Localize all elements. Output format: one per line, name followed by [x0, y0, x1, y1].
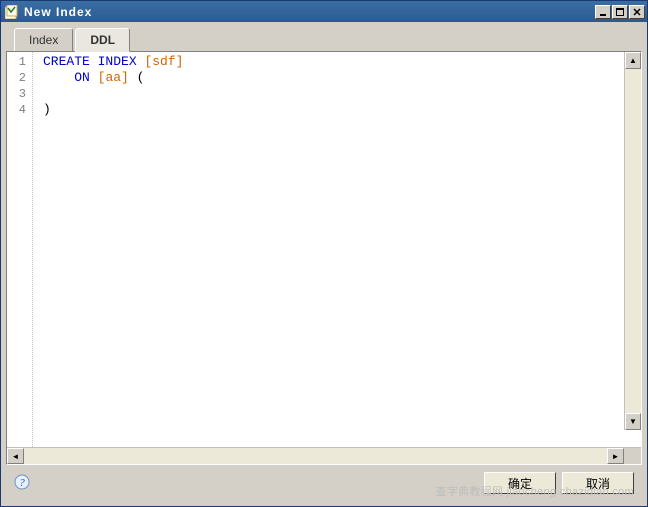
line-number: 2	[7, 70, 32, 86]
editor-body: 1 2 3 4 CREATE INDEX [sdf] ON [aa] ( ) ▲…	[7, 52, 641, 447]
editor-frame: 1 2 3 4 CREATE INDEX [sdf] ON [aa] ( ) ▲…	[6, 51, 642, 465]
tab-ddl[interactable]: DDL	[75, 28, 130, 52]
sql-text: )	[43, 102, 51, 117]
line-gutter: 1 2 3 4	[7, 52, 33, 447]
close-button[interactable]	[629, 5, 645, 19]
line-number: 3	[7, 86, 32, 102]
app-icon	[4, 4, 20, 20]
horizontal-scrollbar[interactable]: ◄ ►	[7, 447, 641, 464]
scroll-up-arrow[interactable]: ▲	[625, 52, 641, 69]
minimize-button[interactable]	[595, 5, 611, 19]
sql-keyword: CREATE	[43, 54, 90, 69]
window-title: New Index	[24, 5, 595, 19]
scroll-track[interactable]	[24, 448, 607, 464]
vertical-scrollbar[interactable]: ▲ ▼	[624, 52, 641, 430]
sql-identifier: [sdf]	[144, 54, 183, 69]
window-controls	[595, 5, 645, 19]
maximize-button[interactable]	[612, 5, 628, 19]
tab-index[interactable]: Index	[14, 28, 73, 51]
sql-keyword: INDEX	[98, 54, 137, 69]
scroll-corner	[624, 448, 641, 464]
cancel-button[interactable]: 取消	[562, 472, 634, 494]
sql-identifier: [aa]	[98, 70, 129, 85]
ok-button[interactable]: 确定	[484, 472, 556, 494]
dialog-window: New Index Index DDL 1 2 3 4	[0, 0, 648, 507]
title-bar[interactable]: New Index	[1, 1, 647, 22]
tab-bar: Index DDL	[6, 27, 642, 51]
line-number: 4	[7, 102, 32, 118]
sql-keyword: ON	[74, 70, 90, 85]
dialog-footer: ? 确定 取消	[6, 465, 642, 501]
sql-text: (	[129, 70, 145, 85]
svg-text:?: ?	[19, 477, 25, 489]
dialog-content: Index DDL 1 2 3 4 CREATE INDEX [sdf] ON …	[1, 22, 647, 506]
scroll-right-arrow[interactable]: ►	[607, 448, 624, 464]
help-icon[interactable]: ?	[14, 474, 30, 493]
line-number: 1	[7, 54, 32, 70]
scroll-down-arrow[interactable]: ▼	[625, 413, 641, 430]
scroll-left-arrow[interactable]: ◄	[7, 448, 24, 464]
code-editor[interactable]: CREATE INDEX [sdf] ON [aa] ( )	[33, 52, 641, 447]
